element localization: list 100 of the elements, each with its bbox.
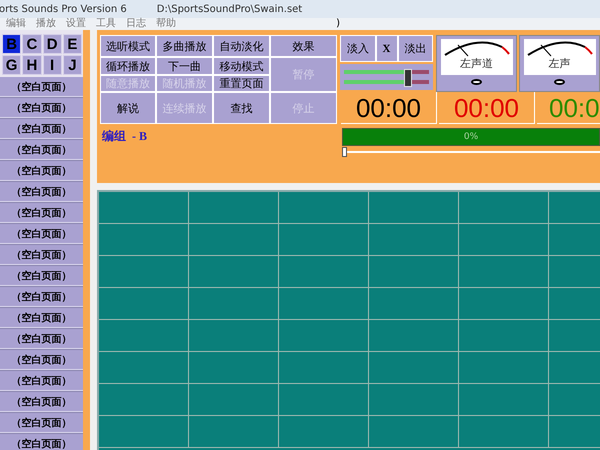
menu-item[interactable]: 编辑 (6, 18, 26, 30)
page-button[interactable]: （空白页面） (0, 161, 83, 181)
sound-slot[interactable] (369, 352, 459, 384)
meter-dial-icon (524, 39, 594, 57)
group-label: 编组 - B (100, 128, 148, 145)
sound-slot[interactable] (189, 352, 279, 384)
sound-slot[interactable] (189, 192, 279, 224)
knob-icon[interactable] (554, 79, 565, 85)
control-button[interactable]: 下一曲 (156, 57, 213, 75)
meter-dial-icon (442, 39, 512, 57)
sound-slot[interactable] (279, 352, 369, 384)
sound-slot[interactable] (369, 256, 459, 288)
sound-slot[interactable] (189, 384, 279, 416)
page-button[interactable]: （空白页面） (0, 308, 83, 328)
sound-slot[interactable] (459, 288, 549, 320)
page-button[interactable]: （空白页面） (0, 245, 83, 265)
menu-item[interactable]: 工具 (96, 18, 116, 30)
sound-slot[interactable] (279, 256, 369, 288)
bank-button[interactable]: I (42, 55, 62, 75)
fade-button[interactable]: 淡出 (398, 35, 433, 62)
control-button[interactable]: 效果 (270, 35, 337, 57)
sound-slot[interactable] (369, 288, 459, 320)
control-button[interactable]: 多曲播放 (156, 35, 213, 57)
page-button[interactable]: （空白页面） (0, 392, 83, 412)
sound-slot[interactable] (99, 224, 189, 256)
bank-button[interactable]: E (62, 34, 82, 54)
menu-item[interactable]: 帮助 (156, 18, 176, 30)
sound-slot[interactable] (189, 288, 279, 320)
file-path: D:\SportsSoundPro\Swain.set (156, 4, 302, 14)
fader-thumb[interactable] (404, 69, 412, 87)
control-button[interactable]: 循环播放 (100, 57, 156, 75)
sound-slot[interactable] (369, 416, 459, 448)
knob-icon[interactable] (471, 79, 482, 85)
timer-value: 00:00 (454, 94, 520, 122)
page-button[interactable]: （空白页面） (0, 224, 83, 244)
timer-value: 00:00 (356, 94, 422, 122)
sound-slot[interactable] (369, 224, 459, 256)
page-button[interactable]: （空白页面） (0, 98, 83, 118)
sound-slot[interactable] (459, 416, 549, 448)
control-button[interactable]: 查找 (213, 92, 270, 124)
sound-slot[interactable] (99, 352, 189, 384)
page-button[interactable]: （空白页面） (0, 140, 83, 160)
sound-slot[interactable] (189, 224, 279, 256)
sound-slot[interactable] (189, 320, 279, 352)
sound-slot[interactable] (279, 416, 369, 448)
control-button[interactable]: 重置页面 (213, 75, 270, 92)
page-button[interactable]: （空白页面） (0, 434, 83, 450)
sound-slot[interactable] (99, 320, 189, 352)
sound-slot[interactable] (99, 256, 189, 288)
sound-slot[interactable] (369, 320, 459, 352)
sound-slot[interactable] (279, 224, 369, 256)
page-button[interactable]: （空白页面） (0, 182, 83, 202)
meter-label: 左声 (548, 57, 570, 70)
bank-button[interactable]: G (2, 55, 22, 75)
page-button[interactable]: （空白页面） (0, 266, 83, 286)
sound-slot[interactable] (279, 288, 369, 320)
sound-slot[interactable] (279, 320, 369, 352)
sound-slot[interactable] (279, 192, 369, 224)
meter-label: 左声道 (460, 57, 493, 70)
sound-slot[interactable] (189, 256, 279, 288)
page-button[interactable]: （空白页面） (0, 350, 83, 370)
menu-item[interactable]: 日志 (126, 18, 146, 30)
sound-slot[interactable] (459, 320, 549, 352)
fade-button[interactable]: X (376, 35, 398, 62)
sound-slot[interactable] (99, 192, 189, 224)
sound-slot[interactable] (369, 192, 459, 224)
control-button[interactable]: 移动模式 (213, 57, 270, 75)
sound-slot[interactable] (459, 192, 549, 224)
menu-item[interactable]: 播放 (36, 18, 56, 30)
page-button[interactable]: （空白页面） (0, 329, 83, 349)
bank-button[interactable]: H (22, 55, 42, 75)
fade-slider[interactable] (340, 64, 433, 90)
sound-slot[interactable] (189, 416, 279, 448)
control-button[interactable]: 自动淡化 (213, 35, 270, 57)
slider-thumb[interactable] (342, 147, 347, 157)
fade-button[interactable]: 淡入 (340, 35, 376, 62)
sound-slot[interactable] (279, 384, 369, 416)
page-button[interactable]: （空白页面） (0, 77, 83, 97)
bank-button[interactable]: D (42, 34, 62, 54)
progress-text: 0% (464, 132, 478, 142)
control-button[interactable]: 选听模式 (100, 35, 156, 57)
sound-slot[interactable] (369, 384, 459, 416)
sound-slot[interactable] (459, 352, 549, 384)
sound-slot[interactable] (99, 416, 189, 448)
bank-button[interactable]: C (22, 34, 42, 54)
sound-slot[interactable] (99, 384, 189, 416)
bank-button[interactable]: J (62, 55, 82, 75)
position-slider[interactable] (342, 147, 600, 157)
page-button[interactable]: （空白页面） (0, 371, 83, 391)
page-button[interactable]: （空白页面） (0, 203, 83, 223)
menu-item[interactable]: 设置 (66, 18, 86, 30)
control-button[interactable]: 解说 (100, 92, 156, 124)
page-button[interactable]: （空白页面） (0, 287, 83, 307)
sound-slot[interactable] (459, 256, 549, 288)
sound-slot[interactable] (99, 288, 189, 320)
sound-slot[interactable] (459, 224, 549, 256)
menu-symbol: ) (336, 18, 340, 30)
page-button[interactable]: （空白页面） (0, 119, 83, 139)
sound-slot[interactable] (459, 384, 549, 416)
page-button[interactable]: （空白页面） (0, 413, 83, 433)
